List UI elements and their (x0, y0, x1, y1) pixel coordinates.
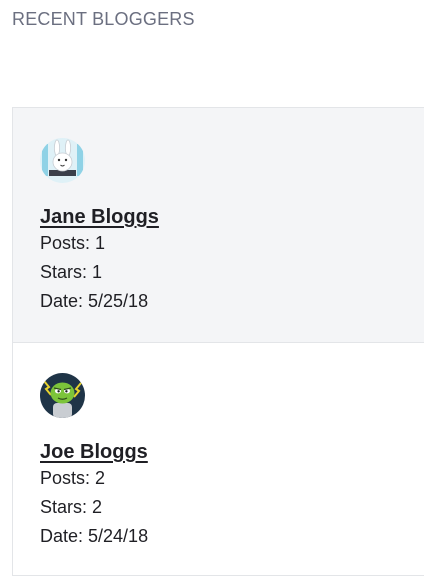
section-title: RECENT BLOGGERS (12, 9, 195, 29)
blogger-date: Date: 5/25/18 (40, 291, 149, 311)
bloggers-list: Jane Bloggs Posts: 1 Stars: 1 Date: 5/25… (12, 107, 424, 576)
blogger-card: Joe Bloggs Posts: 2 Stars: 2 Date: 5/24/… (13, 343, 424, 575)
blogger-posts-count: Posts: 2 (40, 468, 106, 488)
blogger-card: Jane Bloggs Posts: 1 Stars: 1 Date: 5/25… (13, 108, 424, 343)
blogger-stars-count: Stars: 1 (40, 262, 103, 282)
blogger-name-link[interactable]: Joe Bloggs (40, 441, 148, 464)
blogger-name-link[interactable]: Jane Bloggs (40, 206, 159, 229)
blogger-stars-count: Stars: 2 (40, 497, 103, 517)
blogger-date: Date: 5/24/18 (40, 526, 149, 546)
green-monster-avatar-icon[interactable] (40, 373, 85, 418)
bunny-avatar-icon[interactable] (40, 138, 85, 183)
blogger-posts-count: Posts: 1 (40, 233, 106, 253)
recent-bloggers-panel: RECENT BLOGGERS Jane Bloggs Posts: 1 Sta… (0, 0, 424, 585)
